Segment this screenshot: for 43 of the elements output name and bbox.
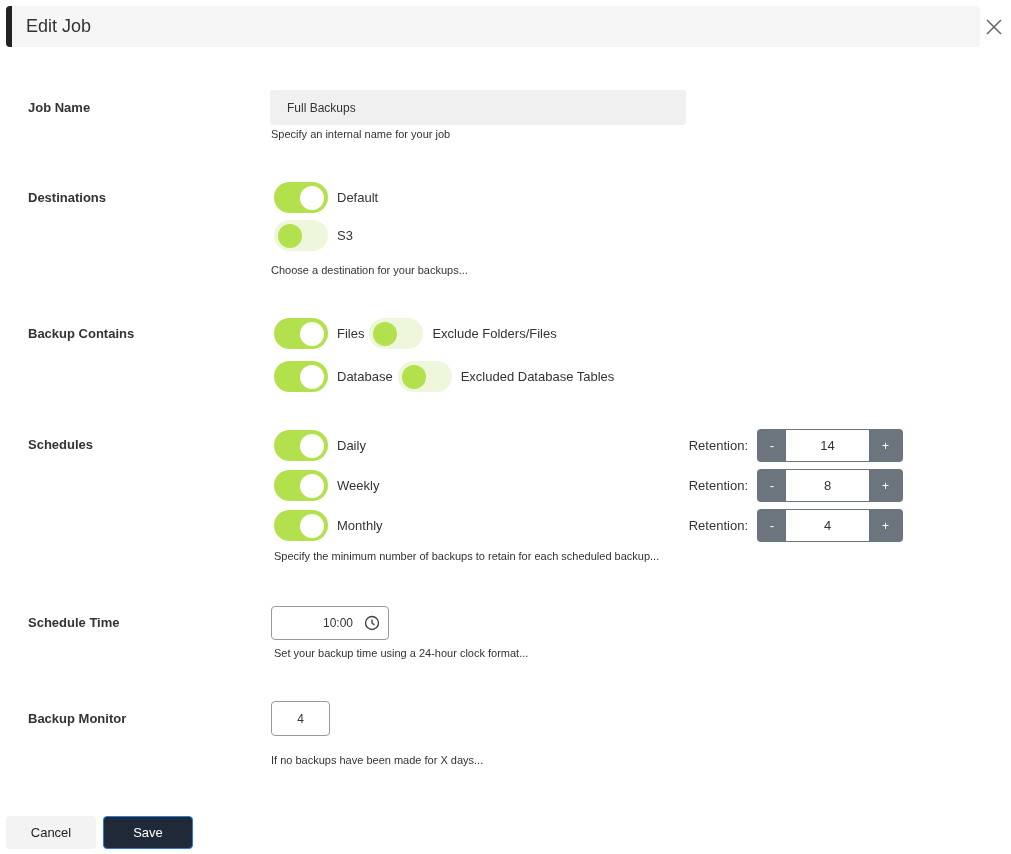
help-text: Specify the minimum number of backups to retain for each scheduled backup... (273, 549, 661, 564)
help-text: Choose a destination for your backups... (271, 263, 469, 278)
toggle-label: Files (337, 324, 365, 343)
clock-icon (364, 615, 380, 631)
toggle-switch[interactable] (274, 470, 328, 501)
toggle-label: Monthly (337, 516, 383, 535)
toggle-switch[interactable] (369, 318, 424, 349)
days-input[interactable]: 4 (271, 701, 330, 736)
toggle-switch[interactable] (274, 318, 328, 349)
field-label: Job Name (28, 98, 91, 117)
toggle-label: S3 (337, 226, 353, 245)
field-label: Schedule Time (28, 614, 120, 633)
toggle-label: Default (337, 188, 379, 207)
toggle-switch[interactable] (274, 182, 328, 213)
retention-input[interactable]: 8 (786, 470, 869, 501)
dialog-title: Edit Job (26, 15, 92, 38)
toggle-switch[interactable] (274, 430, 328, 461)
field-label: Schedules (28, 436, 94, 455)
retention-label: Retention: (688, 476, 748, 495)
field-label: Backup Monitor (28, 709, 127, 728)
time-input[interactable]: 10:00 (271, 606, 389, 640)
job-name-input[interactable]: Full Backups (270, 90, 686, 125)
cancel-button[interactable]: Cancel (6, 816, 96, 849)
toggle-switch[interactable] (274, 361, 328, 392)
close-icon[interactable] (986, 18, 1002, 35)
save-button[interactable]: Save (103, 816, 193, 849)
toggle-label: Weekly (337, 476, 380, 495)
retention-input[interactable]: 14 (786, 430, 869, 461)
retention-input[interactable]: 4 (786, 510, 869, 541)
help-text: If no backups have been made for X days... (271, 753, 485, 768)
toggle-label: Database (337, 367, 393, 386)
toggle-switch[interactable] (397, 361, 452, 392)
retention-label: Retention: (688, 436, 748, 455)
field-label: Backup Contains (28, 324, 135, 343)
help-text: Specify an internal name for your job (271, 127, 452, 142)
field-label: Destinations (28, 188, 106, 207)
help-text: Set your backup time using a 24-hour clock format... (273, 646, 530, 661)
toggle-label: Daily (337, 436, 366, 455)
retention-label: Retention: (688, 516, 748, 535)
toggle-label: Exclude Folders/Files (432, 324, 557, 343)
toggle-switch[interactable] (274, 220, 328, 251)
toggle-label: Excluded Database Tables (460, 367, 615, 386)
toggle-switch[interactable] (274, 510, 328, 541)
